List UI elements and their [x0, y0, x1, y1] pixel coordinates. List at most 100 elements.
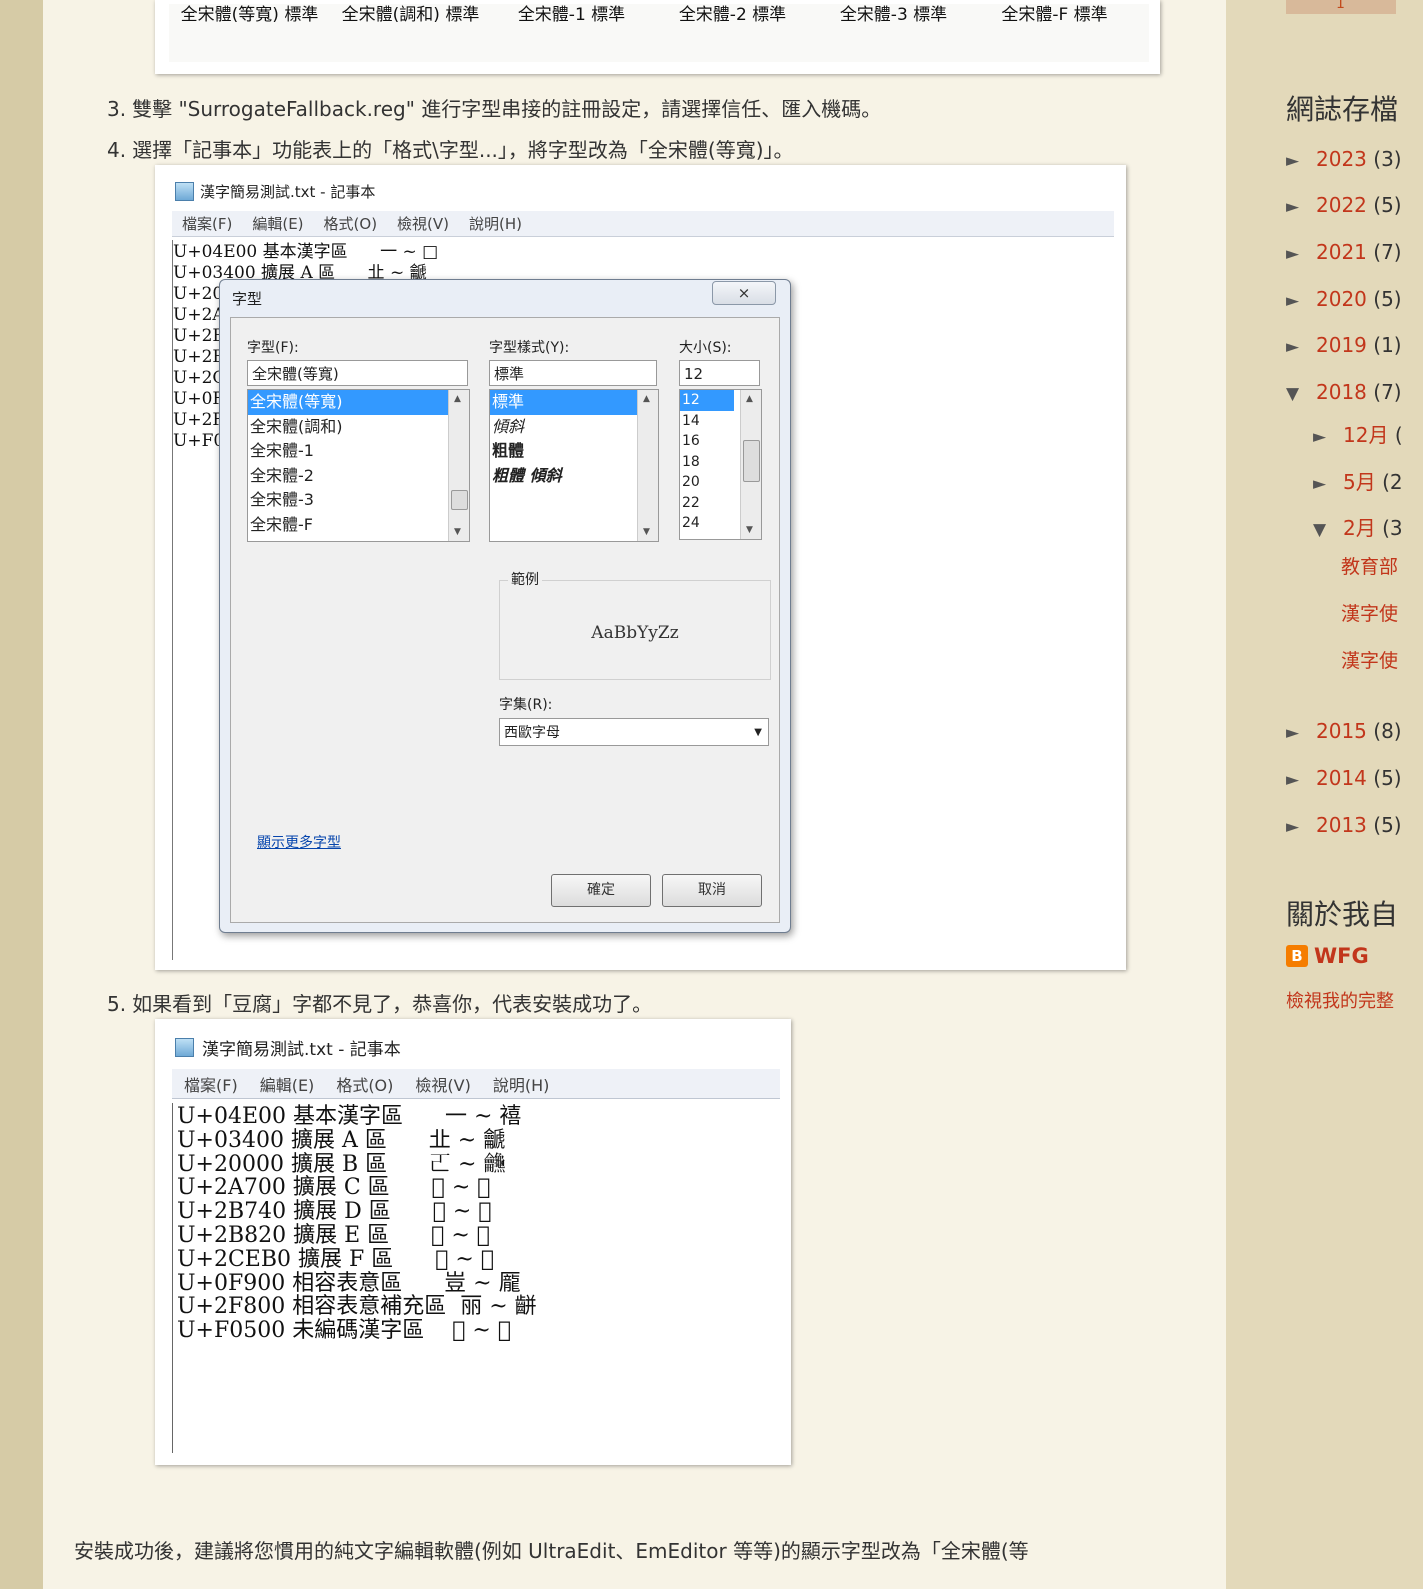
archive-link[interactable]: 12月: [1343, 423, 1388, 447]
font-name: 全宋體-3 標準: [839, 5, 948, 25]
archive-item[interactable]: ► 2015 (8): [1286, 719, 1402, 743]
about-title: 關於我自: [1286, 898, 1399, 931]
post-link[interactable]: 漢字使: [1341, 599, 1398, 626]
style-list[interactable]: 標準 傾斜 粗體 粗體 傾斜 ▲ ▼: [489, 389, 659, 542]
expand-icon[interactable]: ►: [1286, 151, 1316, 171]
list-item[interactable]: 標準: [490, 390, 658, 415]
expand-icon[interactable]: ►: [1286, 244, 1316, 264]
archive-count: (7): [1373, 240, 1402, 264]
archive-link[interactable]: 2021: [1316, 240, 1367, 264]
archive-link[interactable]: 2019: [1316, 333, 1367, 357]
font-label: 字型(F):: [247, 340, 299, 356]
font-name: 全宋體-2 標準: [678, 5, 787, 25]
expand-icon[interactable]: ►: [1313, 474, 1343, 494]
archive-item[interactable]: ► 2013 (5): [1286, 813, 1402, 837]
font-input[interactable]: 全宋體(等寬): [247, 360, 468, 386]
list-item[interactable]: 粗體 傾斜: [490, 464, 658, 489]
size-list[interactable]: 12 14 16 18 20 22 24 ▲ ▼: [679, 389, 762, 540]
list-item[interactable]: 傾斜: [490, 415, 658, 440]
post-link[interactable]: 漢字使: [1341, 646, 1398, 673]
close-icon[interactable]: ⨯: [712, 281, 776, 305]
archive-item[interactable]: ► 2023 (3): [1286, 147, 1402, 171]
archive-count: (7): [1373, 380, 1402, 404]
charset-select[interactable]: 西歐字母 ▼: [499, 718, 769, 746]
scroll-down-icon[interactable]: ▼: [643, 527, 650, 537]
expand-icon[interactable]: ►: [1313, 427, 1343, 447]
scroll-up-icon[interactable]: ▲: [643, 394, 650, 404]
menu-help[interactable]: 說明(H): [469, 213, 522, 234]
style-input[interactable]: 標準: [489, 360, 657, 386]
scroll-down-icon[interactable]: ▼: [746, 525, 753, 535]
sidebar-top-tab[interactable]: 1: [1286, 0, 1396, 14]
scroll-thumb[interactable]: [743, 440, 760, 482]
list-item[interactable]: 全宋體(等寬): [248, 390, 469, 415]
archive-item[interactable]: ▼ 2018 (7): [1286, 380, 1402, 404]
collapse-icon[interactable]: ▼: [1286, 384, 1316, 404]
notepad-text[interactable]: U+04E00 基本漢字區 一 ~ 鿋 U+03400 擴展 A 區 㐀 ~ 䶵…: [177, 1105, 537, 1343]
ok-button[interactable]: 確定: [551, 874, 651, 907]
notepad-title-bar: 漢字簡易測試.txt - 記事本: [175, 1035, 401, 1060]
scroll-up-icon[interactable]: ▲: [454, 394, 461, 404]
archive-link[interactable]: 2014: [1316, 766, 1367, 790]
list-item[interactable]: 12: [680, 390, 734, 411]
list-item[interactable]: 粗體: [490, 439, 658, 464]
archive-link[interactable]: 2023: [1316, 147, 1367, 171]
archive-count: (5): [1373, 193, 1402, 217]
archive-item[interactable]: ► 12月 (: [1313, 419, 1403, 448]
scrollbar[interactable]: ▲ ▼: [740, 390, 761, 539]
archive-link[interactable]: 2015: [1316, 719, 1367, 743]
menu-help[interactable]: 說明(H): [493, 1072, 550, 1096]
menu-format[interactable]: 格式(O): [324, 213, 378, 234]
menu-file[interactable]: 檔案(F): [182, 213, 232, 234]
archive-item[interactable]: ► 2020 (5): [1286, 287, 1402, 311]
archive-item[interactable]: ► 2014 (5): [1286, 766, 1402, 790]
archive-link[interactable]: 2月: [1343, 516, 1376, 540]
menu-edit[interactable]: 編輯(E): [260, 1072, 315, 1096]
list-item[interactable]: 全宋體-3: [248, 488, 469, 513]
expand-icon[interactable]: ►: [1286, 817, 1316, 837]
expand-icon[interactable]: ►: [1286, 770, 1316, 790]
archive-link[interactable]: 2022: [1316, 193, 1367, 217]
expand-icon[interactable]: ►: [1286, 291, 1316, 311]
blogger-profile[interactable]: B WFG: [1286, 944, 1369, 968]
scroll-thumb[interactable]: [451, 490, 468, 510]
expand-icon[interactable]: ►: [1286, 337, 1316, 357]
archive-item[interactable]: ▼ 2月 (3: [1313, 512, 1403, 541]
expand-icon[interactable]: ►: [1286, 723, 1316, 743]
step-number: 3.: [107, 97, 127, 121]
blogger-name[interactable]: WFG: [1314, 944, 1369, 968]
menu-file[interactable]: 檔案(F): [184, 1072, 238, 1096]
charset-label: 字集(R):: [499, 697, 553, 713]
archive-link[interactable]: 5月: [1343, 470, 1376, 494]
font-list[interactable]: 全宋體(等寬) 全宋體(調和) 全宋體-1 全宋體-2 全宋體-3 全宋體-F …: [247, 389, 470, 542]
menu-format[interactable]: 格式(O): [336, 1072, 393, 1096]
more-fonts-link[interactable]: 顯示更多字型: [257, 832, 341, 852]
archive-item[interactable]: ► 2022 (5): [1286, 193, 1402, 217]
menu-edit[interactable]: 編輯(E): [252, 213, 303, 234]
archive-item[interactable]: ► 2021 (7): [1286, 240, 1402, 264]
scrollbar[interactable]: ▲ ▼: [448, 390, 469, 541]
archive-item[interactable]: ► 5月 (2: [1313, 466, 1403, 495]
cancel-button[interactable]: 取消: [662, 874, 762, 907]
list-item[interactable]: 全宋體-F: [248, 513, 469, 538]
expand-icon[interactable]: ►: [1286, 197, 1316, 217]
archive-link[interactable]: 2013: [1316, 813, 1367, 837]
scrollbar[interactable]: ▲ ▼: [637, 390, 658, 541]
menu-view[interactable]: 檢視(V): [397, 213, 449, 234]
list-item[interactable]: 全宋體(調和): [248, 415, 469, 440]
list-item[interactable]: 全宋體-2: [248, 464, 469, 489]
post-link[interactable]: 教育部: [1341, 552, 1398, 579]
step-number: 5.: [107, 992, 127, 1016]
archive-link[interactable]: 2020: [1316, 287, 1367, 311]
scroll-down-icon[interactable]: ▼: [454, 527, 461, 537]
font-name: 全宋體(調和) 標準: [341, 5, 480, 25]
scroll-up-icon[interactable]: ▲: [746, 394, 753, 404]
archive-item[interactable]: ► 2019 (1): [1286, 333, 1402, 357]
collapse-icon[interactable]: ▼: [1313, 520, 1343, 540]
menu-view[interactable]: 檢視(V): [415, 1072, 470, 1096]
size-input[interactable]: 12: [679, 360, 760, 386]
view-profile-link[interactable]: 檢視我的完整: [1286, 987, 1394, 1013]
list-item[interactable]: 全宋體-1: [248, 439, 469, 464]
archive-count: (5): [1373, 813, 1402, 837]
archive-link[interactable]: 2018: [1316, 380, 1367, 404]
